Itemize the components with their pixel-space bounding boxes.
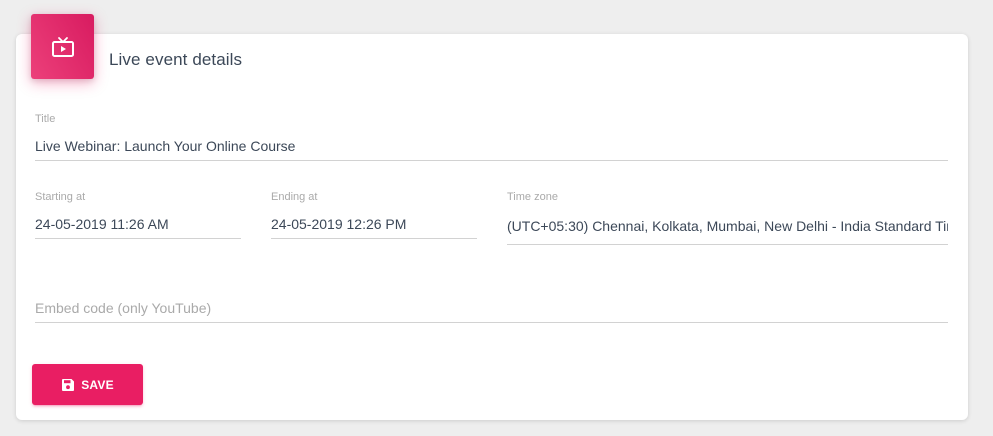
- time-zone-select[interactable]: (UTC+05:30) Chennai, Kolkata, Mumbai, Ne…: [507, 218, 948, 234]
- ending-at-underline: [271, 238, 477, 239]
- starting-at-field[interactable]: Starting at 24-05-2019 11:26 AM: [35, 191, 241, 241]
- title-field[interactable]: Title Live Webinar: Launch Your Online C…: [35, 113, 948, 163]
- title-label: Title: [35, 113, 56, 125]
- time-zone-underline: [507, 244, 948, 245]
- card-header-icon: [31, 14, 94, 79]
- starting-at-underline: [35, 238, 241, 239]
- title-input[interactable]: Live Webinar: Launch Your Online Course: [35, 138, 948, 154]
- page: Live event details Title Live Webinar: L…: [0, 0, 993, 436]
- title-underline: [35, 160, 948, 161]
- embed-code-input[interactable]: Embed code (only YouTube): [35, 300, 211, 316]
- ending-at-label: Ending at: [271, 191, 318, 203]
- starting-at-label: Starting at: [35, 191, 86, 203]
- ending-at-input[interactable]: 24-05-2019 12:26 PM: [271, 216, 477, 232]
- ending-at-field[interactable]: Ending at 24-05-2019 12:26 PM: [271, 191, 477, 241]
- embed-code-underline: [35, 322, 948, 323]
- time-zone-field[interactable]: Time zone (UTC+05:30) Chennai, Kolkata, …: [507, 191, 948, 246]
- embed-code-field[interactable]: Embed code (only YouTube): [35, 298, 948, 324]
- save-button-label: SAVE: [81, 377, 114, 392]
- floppy-disk-icon: [62, 378, 75, 391]
- save-button[interactable]: SAVE: [32, 364, 143, 405]
- time-zone-label: Time zone: [507, 191, 558, 203]
- card-title: Live event details: [109, 50, 243, 69]
- live-tv-icon: [51, 36, 74, 57]
- starting-at-input[interactable]: 24-05-2019 11:26 AM: [35, 216, 241, 232]
